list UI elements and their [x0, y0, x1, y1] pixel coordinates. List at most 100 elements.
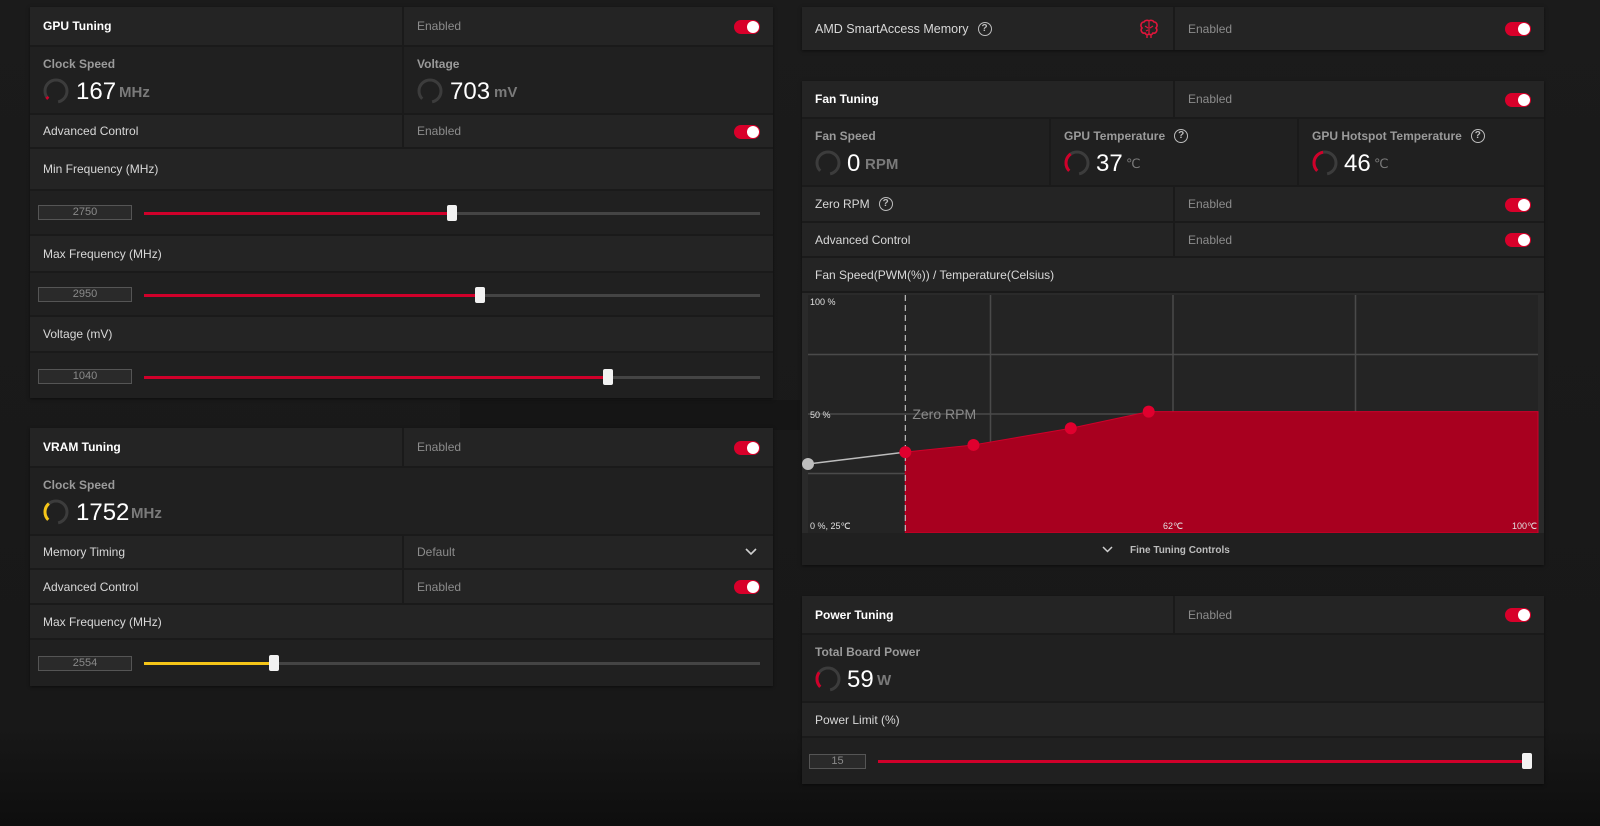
vram-max-frequency-label-row: Max Frequency (MHz): [30, 605, 773, 640]
max-frequency-input[interactable]: 2950: [38, 287, 132, 302]
vram-clock-speed-value: 1752: [76, 499, 130, 526]
fan-tuning-toggle[interactable]: [1505, 93, 1531, 107]
fan-curve-point: [1064, 422, 1077, 435]
power-tuning-header: Power Tuning Enabled: [802, 596, 1544, 635]
fan-curve-point: [802, 457, 814, 470]
vram-clock-gauge-icon: [43, 499, 69, 525]
vram-max-frequency-slider[interactable]: [144, 655, 760, 671]
board-power-gauge-icon: [815, 666, 841, 692]
smart-access-memory-status: Enabled: [1188, 21, 1233, 36]
gpu-metrics-row: Clock Speed 167 MHz Voltage 703 mV: [30, 47, 773, 115]
power-limit-slider[interactable]: [878, 753, 1532, 769]
gpu-hotspot-temperature-unit: ℃: [1374, 156, 1389, 171]
voltage-slider-row: 1040: [30, 353, 773, 398]
power-limit-input[interactable]: 15: [809, 754, 866, 769]
gpu-tuning-title: GPU Tuning: [43, 19, 112, 33]
total-board-power-label: Total Board Power: [815, 645, 921, 659]
vram-advanced-control-status: Enabled: [417, 579, 462, 594]
gpu-hotspot-temperature-label: GPU Hotspot Temperature: [1312, 129, 1462, 143]
gpu-temperature-label: GPU Temperature: [1064, 129, 1166, 143]
chevron-down-icon[interactable]: [1102, 546, 1113, 553]
fan-tuning-panel: Fan Tuning Enabled Fan Speed 0 RPM GPU T…: [802, 81, 1544, 565]
gpu-clock-speed-value: 167: [76, 78, 117, 105]
fan-curve-chart-container: 100 % 50 % 0 %, 25℃ 62℃ 100℃ Zero RPM: [802, 293, 1544, 533]
memory-timing-dropdown[interactable]: Default: [402, 536, 773, 568]
fan-curve-chart[interactable]: 100 % 50 % 0 %, 25℃ 62℃ 100℃ Zero RPM: [802, 293, 1544, 533]
gpu-tuning-status: Enabled: [417, 19, 462, 33]
min-frequency-slider[interactable]: [144, 205, 760, 221]
vram-advanced-control-row: Advanced Control Enabled: [30, 570, 773, 605]
total-board-power-value: 59: [847, 666, 874, 693]
max-frequency-label-row: Max Frequency (MHz): [30, 236, 773, 273]
help-icon[interactable]: ?: [1470, 129, 1485, 143]
min-frequency-slider-thumb[interactable]: [447, 205, 457, 221]
help-icon[interactable]: ?: [1174, 129, 1189, 143]
power-limit-label: Power Limit (%): [815, 712, 900, 727]
help-icon[interactable]: ?: [878, 197, 893, 211]
fan-tuning-status: Enabled: [1188, 92, 1233, 106]
gpu-temperature-value: 37: [1096, 150, 1123, 177]
gpu-advanced-control-toggle[interactable]: [734, 125, 760, 139]
voltage-input[interactable]: 1040: [38, 369, 132, 384]
fan-advanced-control-row: Advanced Control Enabled: [802, 223, 1544, 258]
voltage-slider-thumb[interactable]: [603, 369, 614, 385]
smart-access-memory-row: AMD SmartAccess Memory ? Enabled: [802, 7, 1544, 50]
zero-rpm-toggle[interactable]: [1505, 198, 1531, 212]
y-tick-label-50: 50 %: [810, 410, 831, 420]
voltage-slider-label: Voltage (mV): [43, 327, 113, 341]
vram-advanced-control-toggle[interactable]: [734, 580, 760, 594]
power-tuning-toggle[interactable]: [1505, 608, 1531, 622]
min-frequency-input[interactable]: 2750: [38, 205, 132, 220]
fan-speed-gauge-icon: [815, 150, 841, 176]
memory-timing-label: Memory Timing: [43, 545, 126, 559]
power-tuning-panel: Power Tuning Enabled Total Board Power 5…: [802, 596, 1544, 784]
max-frequency-slider-thumb[interactable]: [475, 287, 486, 303]
fan-tuning-header: Fan Tuning Enabled: [802, 81, 1544, 119]
gpu-tuning-panel: GPU Tuning Enabled Clock Speed 167 MHz V…: [30, 7, 773, 398]
voltage-slider[interactable]: [144, 369, 760, 385]
y-tick-label-0: 0 %, 25℃: [810, 521, 851, 531]
smart-access-memory-toggle[interactable]: [1505, 22, 1531, 36]
x-tick-label-100: 100℃: [1512, 521, 1537, 531]
total-board-power-unit: W: [877, 672, 892, 689]
vram-tuning-toggle[interactable]: [734, 441, 760, 455]
brain-icon: [1140, 19, 1158, 38]
vram-max-frequency-input[interactable]: 2554: [38, 656, 132, 671]
gpu-temperature-unit: ℃: [1126, 156, 1141, 171]
max-frequency-slider[interactable]: [144, 287, 760, 303]
gpu-hotspot-temperature-value: 46: [1344, 150, 1371, 177]
y-tick-label-100: 100 %: [810, 297, 836, 307]
vram-clock-speed-unit: MHz: [131, 505, 162, 522]
vram-max-frequency-label: Max Frequency (MHz): [43, 614, 162, 629]
vram-tuning-status: Enabled: [417, 440, 462, 454]
gpu-advanced-control-label: Advanced Control: [43, 124, 139, 138]
fan-advanced-control-status: Enabled: [1188, 232, 1233, 247]
max-frequency-label: Max Frequency (MHz): [43, 246, 162, 261]
chevron-down-icon[interactable]: [745, 548, 757, 556]
gpu-temperature-gauge-icon: [1064, 150, 1090, 176]
fan-advanced-control-toggle[interactable]: [1505, 233, 1531, 247]
gpu-clock-speed-label: Clock Speed: [43, 57, 116, 71]
vram-clock-speed-label: Clock Speed: [43, 478, 116, 492]
vram-max-frequency-slider-thumb[interactable]: [268, 655, 279, 671]
fine-tuning-controls-label[interactable]: Fine Tuning Controls: [1130, 545, 1230, 556]
min-frequency-label: Min Frequency (MHz): [43, 162, 159, 176]
zero-rpm-label: Zero RPM: [815, 197, 870, 211]
fan-metrics-row: Fan Speed 0 RPM GPU Temperature ? 37 ℃ G…: [802, 119, 1544, 187]
fan-speed-value: 0: [847, 150, 861, 177]
gpu-clock-speed-unit: MHz: [119, 84, 150, 101]
vram-tuning-header: VRAM Tuning Enabled: [30, 428, 773, 468]
power-limit-label-row: Power Limit (%): [802, 703, 1544, 738]
fan-curve-point: [1142, 405, 1155, 418]
gpu-advanced-control-row: Advanced Control Enabled: [30, 115, 773, 149]
gpu-tuning-toggle[interactable]: [734, 20, 760, 34]
vram-metrics-row: Clock Speed 1752 MHz: [30, 468, 773, 536]
smart-access-memory-label: AMD SmartAccess Memory: [815, 21, 969, 36]
help-icon[interactable]: ?: [977, 21, 992, 36]
fan-speed-label: Fan Speed: [815, 129, 876, 143]
fine-tuning-row[interactable]: Fine Tuning Controls: [802, 533, 1544, 565]
power-limit-slider-thumb[interactable]: [1522, 753, 1532, 769]
vram-tuning-panel: VRAM Tuning Enabled Clock Speed 1752 MHz…: [30, 428, 773, 686]
min-frequency-slider-row: 2750: [30, 191, 773, 236]
gpu-voltage-value: 703: [450, 78, 491, 105]
